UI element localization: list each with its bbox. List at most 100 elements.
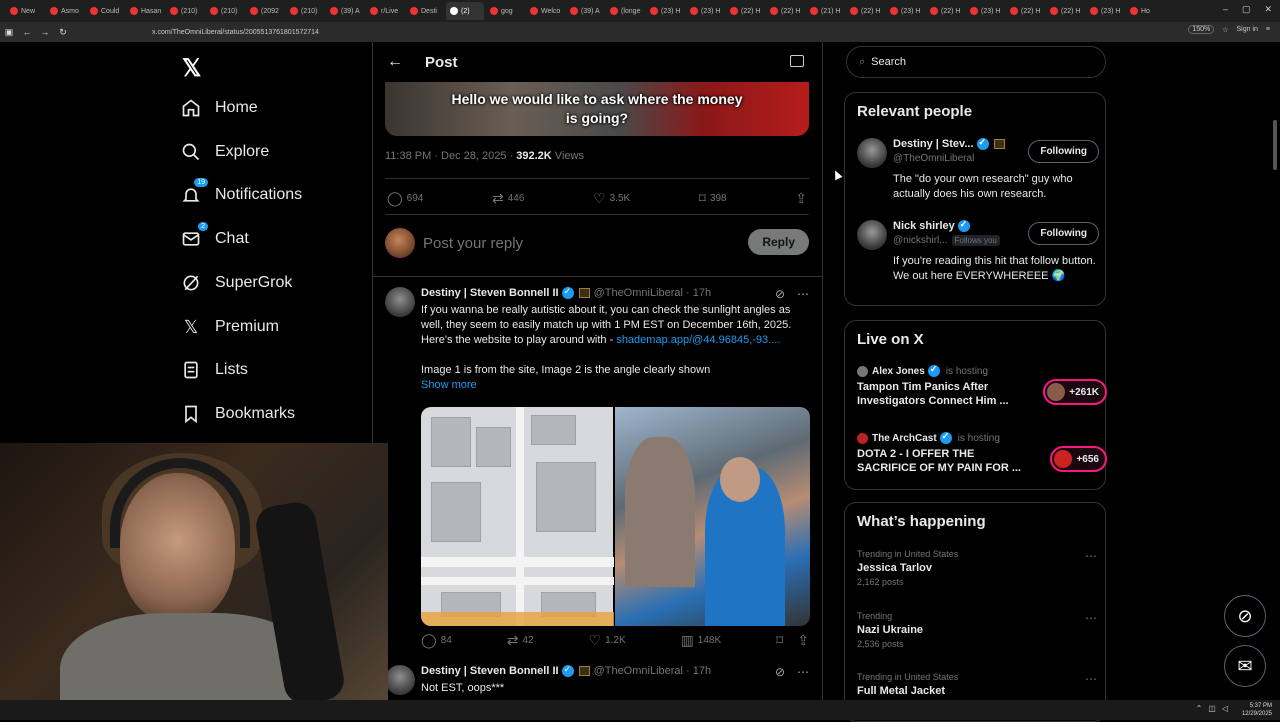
share-action[interactable]: ⇪ — [795, 190, 807, 207]
like-action[interactable]: ♡ 1.2K — [589, 632, 626, 649]
browser-tab[interactable]: (21) H — [806, 2, 844, 20]
forward-icon[interactable]: → — [36, 27, 54, 37]
share-icon[interactable]: ⇪ — [797, 632, 809, 649]
live-item[interactable]: Alex Jones is hosting Tampon Tim Panics A… — [857, 364, 1107, 415]
nav-item-premium[interactable]: 𝕏 Premium — [180, 312, 279, 342]
reply-button[interactable]: Reply — [748, 229, 809, 255]
nav-item-chat[interactable]: 2 Chat — [180, 222, 249, 254]
browser-tab[interactable]: (longe — [606, 2, 644, 20]
bookmark-action[interactable]: ⌑ 398 — [699, 190, 727, 207]
person-item[interactable]: Nick shirley @nickshirl...Follows you If… — [857, 219, 1099, 300]
repost-action[interactable]: ⇄ 446 — [492, 190, 524, 207]
browser-tab[interactable]: New — [6, 2, 44, 20]
reply-action[interactable]: ◯ 694 — [387, 190, 423, 207]
browser-tab[interactable]: (22) H — [766, 2, 804, 20]
more-icon[interactable]: ⋯ — [797, 287, 809, 301]
nav-item-lists[interactable]: Lists — [180, 355, 248, 385]
nav-item-bookmarks[interactable]: Bookmarks — [180, 399, 295, 429]
browser-tab[interactable]: (2092 — [246, 2, 284, 20]
post-timestamp[interactable]: 11:38 PM · Dec 28, 2025 · — [385, 150, 516, 162]
browser-tab[interactable]: Could — [86, 2, 124, 20]
browser-tab[interactable]: (22) H — [926, 2, 964, 20]
show-more-link[interactable]: Show more — [421, 378, 809, 393]
browser-tab[interactable]: (23) H — [646, 2, 684, 20]
browser-tab[interactable]: (39) A — [326, 2, 364, 20]
sign-in-button[interactable]: Sign in — [1237, 26, 1258, 33]
chevron-up-icon[interactable]: ⌃ — [1196, 704, 1203, 713]
zoom-indicator[interactable]: 150% — [1188, 25, 1215, 34]
star-icon[interactable]: ☆ — [1222, 26, 1228, 34]
trend-item[interactable]: Trending in United States Full Metal Jac… — [857, 672, 1097, 697]
browser-tab[interactable]: (23) H — [1086, 2, 1124, 20]
avatar[interactable] — [857, 138, 887, 168]
url-field[interactable]: x.com/TheOmniLiberal/status/200551376180… — [152, 29, 319, 36]
browser-tab[interactable]: (22) H — [846, 2, 884, 20]
grok-floating-button[interactable]: ⊘ — [1224, 595, 1266, 637]
browser-tab[interactable]: (23) H — [686, 2, 724, 20]
bookmark-icon[interactable]: ⌑ — [776, 632, 783, 649]
browser-tab[interactable]: (39) A — [566, 2, 604, 20]
search-input[interactable]: ⌕ Search — [846, 46, 1106, 78]
maximize-icon[interactable]: ▢ — [1242, 4, 1251, 15]
browser-tab[interactable]: Asmo — [46, 2, 84, 20]
live-listeners-pill[interactable]: +656 — [1050, 446, 1107, 472]
browser-tab[interactable]: (2) — [446, 2, 484, 20]
more-icon[interactable]: ⋯ — [1085, 672, 1097, 686]
messages-floating-button[interactable]: ✉ — [1224, 645, 1266, 687]
volume-icon[interactable]: ◁ — [1222, 704, 1228, 713]
more-icon[interactable]: ⋯ — [797, 665, 809, 679]
person-item[interactable]: Destiny | Stev... @TheOmniLiberal The "d… — [857, 137, 1099, 208]
browser-tab[interactable]: Welco — [526, 2, 564, 20]
avatar[interactable] — [857, 220, 887, 250]
author-name[interactable]: Destiny | Steven Bonnell II — [421, 665, 559, 677]
following-button[interactable]: Following — [1028, 140, 1099, 163]
like-action[interactable]: ♡ 3.5K — [593, 190, 630, 207]
browser-tab[interactable]: (210) — [166, 2, 204, 20]
author-handle[interactable]: @TheOmniLiberal — [594, 287, 683, 299]
live-item[interactable]: The ArchCast is hosting DOTA 2 - I OFFER … — [857, 431, 1107, 482]
reply-tweet[interactable]: Destiny | Steven Bonnell II @TheOmniLibe… — [385, 286, 810, 649]
browser-tab[interactable]: (22) H — [1006, 2, 1044, 20]
street-photo[interactable] — [615, 407, 810, 626]
reload-icon[interactable]: ↻ — [54, 27, 72, 38]
browser-tab[interactable]: gog — [486, 2, 524, 20]
trend-item[interactable]: Trending Nazi Ukraine 2,536 posts ⋯ — [857, 611, 1097, 649]
reader-mode-icon[interactable] — [790, 55, 804, 67]
more-icon[interactable]: ⋯ — [1085, 611, 1097, 625]
avatar[interactable] — [385, 665, 415, 695]
nav-item-explore[interactable]: Explore — [180, 137, 269, 167]
browser-tab[interactable]: (22) H — [1046, 2, 1084, 20]
browser-tab[interactable]: Desti — [406, 2, 444, 20]
tweet-link[interactable]: shademap.app/@44.96845,-93.... — [616, 334, 780, 346]
repost-action[interactable]: ⇄ 42 — [507, 632, 534, 649]
scrollbar[interactable] — [1273, 120, 1277, 170]
views-action[interactable]: ▥ 148K — [681, 632, 722, 649]
browser-tab[interactable]: Ho — [1126, 2, 1164, 20]
reply-tweet[interactable]: Destiny | Steven Bonnell II @TheOmniLibe… — [385, 664, 809, 700]
browser-tab[interactable]: Hasan — [126, 2, 164, 20]
menu-icon[interactable]: ≡ — [1266, 26, 1270, 33]
minimize-icon[interactable]: – — [1223, 4, 1228, 15]
reply-action[interactable]: ◯ 84 — [421, 632, 452, 649]
tweet-time[interactable]: · 17h — [686, 665, 711, 677]
clock[interactable]: 5:37 PM 12/29/2025 — [1242, 702, 1272, 718]
post-video[interactable]: Hello we would like to ask where the mon… — [385, 82, 809, 136]
avatar[interactable] — [385, 287, 415, 317]
reply-input[interactable]: Post your reply — [423, 235, 523, 252]
back-arrow-icon[interactable]: ← — [387, 53, 403, 71]
author-handle[interactable]: @TheOmniLiberal — [594, 665, 683, 677]
tweet-media[interactable] — [421, 407, 810, 626]
live-listeners-pill[interactable]: +261K — [1043, 379, 1107, 405]
trend-item[interactable]: Trending in United States Jessica Tarlov… — [857, 549, 1097, 587]
close-icon[interactable]: ✕ — [1264, 4, 1272, 15]
more-icon[interactable]: ⋯ — [1085, 549, 1097, 563]
nav-item-notifications[interactable]: 19 Notifications — [180, 178, 302, 210]
grok-icon[interactable]: ⊘ — [775, 287, 785, 301]
browser-tab[interactable]: (22) H — [726, 2, 764, 20]
back-icon[interactable]: ← — [18, 27, 36, 37]
map-image[interactable] — [421, 407, 614, 626]
grok-icon[interactable]: ⊘ — [775, 665, 785, 679]
browser-tab[interactable]: (23) H — [966, 2, 1004, 20]
x-logo-icon[interactable]: 𝕏 — [182, 54, 201, 83]
nav-item-home[interactable]: Home — [180, 93, 258, 123]
